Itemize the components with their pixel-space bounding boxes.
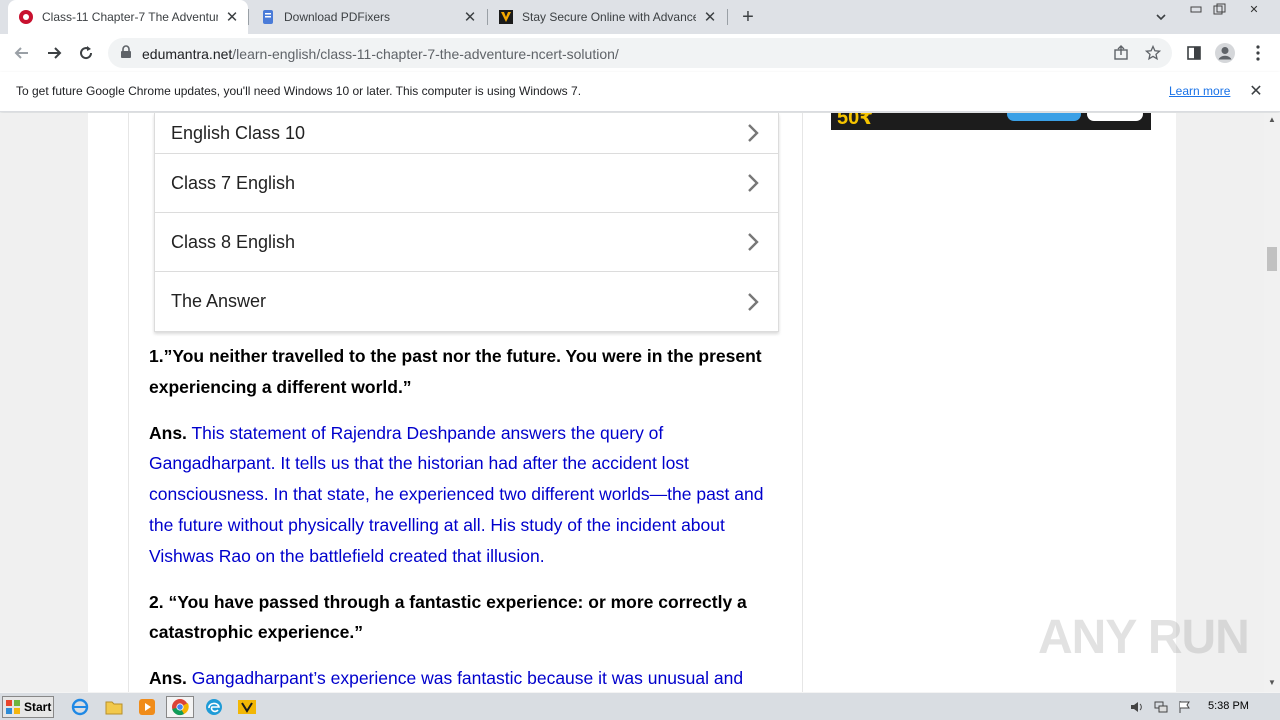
menu-item-english-class-10[interactable]: English Class 10 <box>155 113 778 154</box>
windows-taskbar: Start 5:38 PM <box>0 692 1280 720</box>
network-icon[interactable] <box>1152 698 1170 716</box>
anyrun-watermark: ANY RUN <box>1038 611 1250 664</box>
tab-title: Class-11 Chapter-7 The Adventure-N <box>42 10 218 24</box>
tab-download-pdfixers[interactable]: Download PDFixers ✕ <box>250 0 486 34</box>
chevron-right-icon <box>748 233 759 251</box>
taskbar-clock[interactable]: 5:38 PM <box>1208 700 1249 712</box>
profile-avatar-icon[interactable] <box>1213 41 1237 65</box>
forward-arrow-icon[interactable] <box>40 39 68 67</box>
update-info-bar: To get future Google Chrome updates, you… <box>0 72 1280 112</box>
close-tab-icon[interactable]: ✕ <box>702 9 718 26</box>
tab-strip: Class-11 Chapter-7 The Adventure-N ✕ Dow… <box>0 0 1280 34</box>
scroll-up-arrow-icon[interactable]: ▲ <box>1268 116 1276 124</box>
answer-2: Ans. Gangadharpant’s experience was fant… <box>149 663 789 692</box>
main-content: English Class 10 Class 7 English Class 8… <box>128 113 803 692</box>
menu-item-label: English Class 10 <box>171 122 306 143</box>
page-scrollbar[interactable]: ▲ ▼ <box>1264 113 1280 692</box>
windows-logo-icon <box>6 700 20 714</box>
reload-icon[interactable] <box>72 39 100 67</box>
tab-divider <box>248 9 249 25</box>
chevron-right-icon <box>748 292 759 311</box>
close-tab-icon[interactable]: ✕ <box>462 9 478 26</box>
file-explorer-icon[interactable] <box>100 696 128 718</box>
related-links-menu: English Class 10 Class 7 English Class 8… <box>154 113 779 332</box>
url-host: edumantra.net <box>142 46 233 62</box>
close-tab-icon[interactable]: ✕ <box>224 9 240 26</box>
chevron-right-icon <box>748 174 759 192</box>
question-1: 1.”You neither travelled to the past nor… <box>149 346 762 397</box>
address-bar[interactable]: edumantra.net/learn-english/class-11-cha… <box>108 38 1172 68</box>
close-window-icon[interactable]: ✕ <box>1240 0 1268 18</box>
sidebar-ad-banner[interactable]: 50₹ <box>831 113 1151 130</box>
shield-favicon-icon <box>498 9 514 25</box>
learn-more-link[interactable]: Learn more <box>1169 84 1230 98</box>
ad-graphic: 50₹ <box>837 113 874 129</box>
chevron-right-icon <box>748 124 759 142</box>
answer-label: Ans. <box>149 422 187 443</box>
page-body: English Class 10 Class 7 English Class 8… <box>88 113 1176 692</box>
edge-icon[interactable] <box>200 696 228 718</box>
tab-title: Download PDFixers <box>284 10 391 24</box>
new-tab-button[interactable]: + <box>736 5 760 29</box>
update-message: To get future Google Chrome updates, you… <box>16 84 582 98</box>
menu-item-label: The Answer <box>171 291 267 311</box>
url-path: /learn-english/class-11-chapter-7-the-ad… <box>232 46 619 62</box>
share-icon[interactable] <box>1111 43 1131 63</box>
menu-kebab-icon[interactable] <box>1246 41 1270 65</box>
side-panel-icon[interactable] <box>1182 41 1206 65</box>
lock-icon[interactable] <box>120 45 132 64</box>
menu-item-label: Class 8 English <box>171 231 296 252</box>
question-2: 2. “You have passed through a fantastic … <box>149 591 747 643</box>
ad-cta-pill <box>1007 113 1081 121</box>
answer-text: This statement of Rajendra Deshpande ans… <box>149 422 764 566</box>
bookmark-star-icon[interactable] <box>1143 43 1163 63</box>
restore-window-icon[interactable] <box>1206 0 1234 18</box>
tab-title: Stay Secure Online with Advanced A <box>522 10 696 24</box>
browser-toolbar: edumantra.net/learn-english/class-11-cha… <box>0 34 1280 72</box>
chrome-taskbar-icon[interactable] <box>166 696 194 718</box>
menu-item-label: Class 7 English <box>171 172 296 193</box>
ad-brand-pill <box>1087 113 1143 121</box>
answer-1: Ans. This statement of Rajendra Deshpand… <box>149 418 789 572</box>
back-arrow-icon[interactable] <box>8 39 36 67</box>
page-viewport: English Class 10 Class 7 English Class 8… <box>0 113 1264 692</box>
tab-class-11-chapter-7[interactable]: Class-11 Chapter-7 The Adventure-N ✕ <box>8 0 248 34</box>
internet-explorer-icon[interactable] <box>66 696 94 718</box>
menu-item-class-7-english[interactable]: Class 7 English <box>155 154 778 213</box>
menu-item-class-8-english[interactable]: Class 8 English <box>155 213 778 272</box>
start-button[interactable]: Start <box>2 696 54 718</box>
edumantra-favicon-icon <box>18 9 34 25</box>
scrollbar-thumb[interactable] <box>1267 247 1277 271</box>
menu-item-the-answer[interactable]: The Answer <box>155 272 778 331</box>
start-label: Start <box>24 700 52 714</box>
action-center-flag-icon[interactable] <box>1176 698 1194 716</box>
article-body: 1.”You neither travelled to the past nor… <box>149 341 789 692</box>
url-text[interactable]: edumantra.net/learn-english/class-11-cha… <box>142 46 619 62</box>
tab-stay-secure-online[interactable]: Stay Secure Online with Advanced A ✕ <box>488 0 726 34</box>
media-player-icon[interactable] <box>133 696 161 718</box>
document-favicon-icon <box>260 9 276 25</box>
answer-text: Gangadharpant’s experience was fantastic… <box>186 668 744 689</box>
tab-search-chevron-down-icon[interactable] <box>1150 6 1172 28</box>
volume-icon[interactable] <box>1128 698 1146 716</box>
scroll-down-arrow-icon[interactable]: ▼ <box>1268 679 1276 687</box>
close-infobar-icon[interactable]: ✕ <box>1247 82 1265 100</box>
answer-label: Ans. <box>149 668 187 689</box>
tab-divider <box>727 9 728 25</box>
security-app-icon[interactable] <box>233 696 261 718</box>
